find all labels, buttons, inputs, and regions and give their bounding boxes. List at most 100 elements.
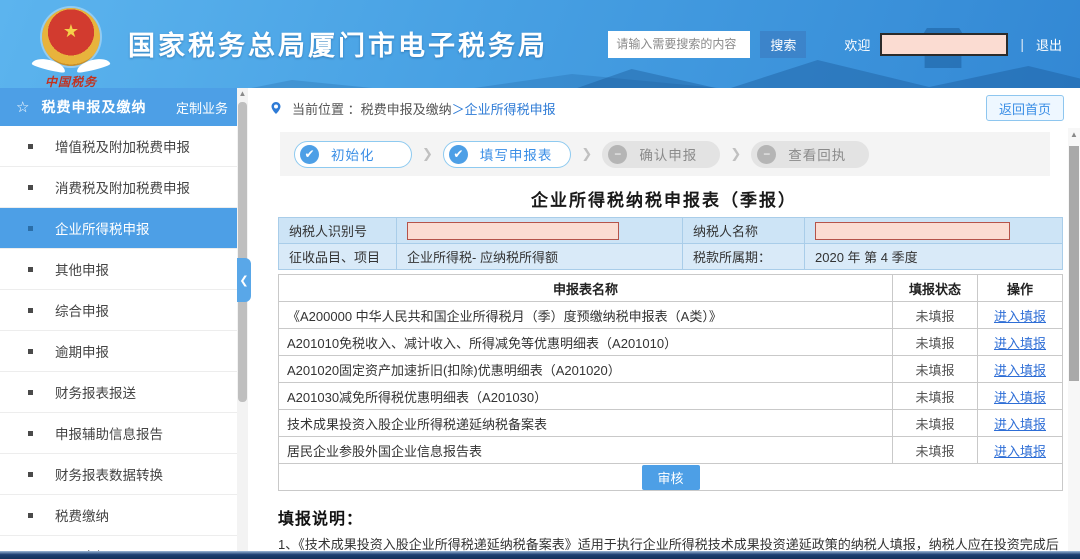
sidebar-item-tax-payment[interactable]: 税费缴纳: [0, 495, 248, 536]
minus-circle-icon: −: [608, 145, 627, 164]
sidebar-scrollbar[interactable]: ▲: [237, 88, 248, 559]
chevron-right-icon: ❯: [581, 146, 592, 162]
sidebar-item-corporate-income-tax[interactable]: 企业所得税申报: [0, 208, 248, 249]
sidebar-item-aux-info-report[interactable]: 申报辅助信息报告: [0, 413, 248, 454]
username-redacted: [880, 33, 1008, 56]
site-title: 国家税务总局厦门市电子税务局: [128, 24, 548, 63]
sidebar-title: 税费申报及缴纳: [41, 97, 146, 117]
taxpayer-id-label: 纳税人识别号: [279, 218, 397, 244]
status-badge: 未填报: [893, 410, 978, 437]
emblem-star-icon: ★: [42, 22, 100, 40]
sidebar-item-other-declare[interactable]: 其他申报: [0, 249, 248, 290]
sidebar-collapse-handle[interactable]: ❮: [237, 258, 251, 302]
logo-caption: 中国税务: [28, 73, 114, 88]
status-badge: 未填报: [893, 356, 978, 383]
sidebar-scroll-thumb[interactable]: [238, 102, 247, 402]
col-header-form-name: 申报表名称: [279, 275, 893, 302]
sidebar-item-label: 申报辅助信息报告: [55, 423, 163, 443]
star-icon: ☆: [16, 98, 29, 116]
step-fill-form: ✔ 填写申报表: [443, 141, 572, 168]
progress-steps: ✔ 初始化 ❯ ✔ 填写申报表 ❯ − 确认申报 ❯ − 查看回执: [280, 132, 1050, 176]
table-row: 《A200000 中华人民共和国企业所得税月（季）度预缴纳税申报表（A类）》 未…: [279, 302, 1063, 329]
bullet-icon: [28, 185, 33, 190]
scroll-up-icon[interactable]: ▲: [237, 89, 248, 98]
sidebar-item-comprehensive-declare[interactable]: 综合申报: [0, 290, 248, 331]
sidebar-item-vat[interactable]: 增值税及附加税费申报: [0, 126, 248, 167]
sidebar-item-overdue-declare[interactable]: 逾期申报: [0, 331, 248, 372]
table-row: 技术成果投资入股企业所得税递延纳税备案表 未填报 进入填报: [279, 410, 1063, 437]
emblem-ribbon-decor: [32, 56, 110, 72]
sidebar-item-label: 财务报表数据转换: [55, 464, 163, 484]
status-badge: 未填报: [893, 437, 978, 464]
instructions-title: 填报说明：: [278, 505, 1062, 529]
taxpayer-name-label: 纳税人名称: [683, 218, 805, 244]
sidebar: ☆ 税费申报及缴纳 定制业务 增值税及附加税费申报 消费税及附加税费申报 企业所…: [0, 88, 248, 559]
back-home-button[interactable]: 返回首页: [986, 95, 1064, 121]
header-toolbar: 搜索 欢迎 | 退出: [608, 30, 1062, 58]
enter-fill-link[interactable]: 进入填报: [994, 390, 1046, 405]
enter-fill-link[interactable]: 进入填报: [994, 363, 1046, 378]
taxpayer-info-table: 纳税人识别号 纳税人名称 征收品目、项目 企业所得税- 应纳税所得额 税款所属期…: [278, 217, 1063, 270]
bullet-icon: [28, 472, 33, 477]
breadcrumb-prefix: 当前位置 ：: [292, 99, 361, 118]
status-badge: 未填报: [893, 329, 978, 356]
bullet-icon: [28, 226, 33, 231]
status-badge: 未填报: [893, 302, 978, 329]
content-scroll-thumb[interactable]: [1069, 146, 1079, 381]
table-row: A201010免税收入、减计收入、所得减免等优惠明细表（A201010） 未填报…: [279, 329, 1063, 356]
location-pin-icon: [270, 102, 282, 114]
logout-button[interactable]: 退出: [1036, 35, 1062, 54]
main-content: 当前位置 ： 税费申报及缴纳 ＞企业所得税申报 返回首页 ✔ 初始化 ❯ ✔ 填…: [248, 88, 1080, 553]
sidebar-item-label: 企业所得税申报: [55, 218, 150, 238]
search-button[interactable]: 搜索: [760, 31, 806, 58]
sidebar-item-label: 综合申报: [55, 300, 109, 320]
enter-fill-link[interactable]: 进入填报: [994, 309, 1046, 324]
table-header-row: 申报表名称 填报状态 操作: [279, 275, 1063, 302]
sidebar-item-financial-report[interactable]: 财务报表报送: [0, 372, 248, 413]
bullet-icon: [28, 267, 33, 272]
sidebar-item-label: 财务报表报送: [55, 382, 136, 402]
search-input[interactable]: [608, 31, 750, 58]
bullet-icon: [28, 431, 33, 436]
check-circle-icon: ✔: [300, 145, 319, 164]
taxpayer-name-value: [805, 218, 1063, 244]
form-title: 企业所得税纳税申报表（季报）: [248, 186, 1080, 211]
custom-business-link[interactable]: 定制业务: [176, 98, 228, 117]
step-initialize: ✔ 初始化: [294, 141, 412, 168]
bullet-icon: [28, 349, 33, 354]
bullet-icon: [28, 390, 33, 395]
scroll-up-icon[interactable]: ▲: [1068, 130, 1080, 139]
status-badge: 未填报: [893, 383, 978, 410]
table-row: A201020固定资产加速折旧(扣除)优惠明细表（A201020） 未填报 进入…: [279, 356, 1063, 383]
enter-fill-link[interactable]: 进入填报: [994, 444, 1046, 459]
content-scrollbar[interactable]: ▲: [1068, 128, 1080, 553]
header-divider: |: [1020, 36, 1024, 52]
breadcrumb-parent: 税费申报及缴纳: [361, 99, 452, 118]
sidebar-header[interactable]: ☆ 税费申报及缴纳 定制业务: [0, 88, 248, 126]
breadcrumb-current-link[interactable]: ＞企业所得税申报: [452, 99, 556, 118]
breadcrumb: 当前位置 ： 税费申报及缴纳 ＞企业所得税申报 返回首页: [248, 88, 1080, 128]
welcome-label: 欢迎: [844, 35, 870, 54]
taxpayer-id-redacted: [407, 222, 619, 240]
minus-circle-icon: −: [757, 145, 776, 164]
taxpayer-id-value: [397, 218, 683, 244]
audit-button[interactable]: 审核: [642, 465, 700, 490]
sidebar-item-label: 税费缴纳: [55, 505, 109, 525]
table-row: A201030减免所得税优惠明细表（A201030） 未填报 进入填报: [279, 383, 1063, 410]
col-header-action: 操作: [978, 275, 1063, 302]
sidebar-item-label: 增值税及附加税费申报: [55, 136, 190, 156]
enter-fill-link[interactable]: 进入填报: [994, 336, 1046, 351]
report-forms-table: 申报表名称 填报状态 操作 《A200000 中华人民共和国企业所得税月（季）度…: [278, 274, 1063, 491]
sidebar-item-consumption-tax[interactable]: 消费税及附加税费申报: [0, 167, 248, 208]
sidebar-item-label: 其他申报: [55, 259, 109, 279]
sidebar-item-label: 逾期申报: [55, 341, 109, 361]
tax-period-value: 2020 年 第 4 季度: [805, 244, 1063, 270]
step-view-receipt: − 查看回执: [751, 141, 869, 168]
step-confirm-declare: − 确认申报: [602, 141, 720, 168]
audit-row: 审核: [279, 464, 1063, 491]
enter-fill-link[interactable]: 进入填报: [994, 417, 1046, 432]
bullet-icon: [28, 308, 33, 313]
sidebar-item-financial-data-convert[interactable]: 财务报表数据转换: [0, 454, 248, 495]
levy-item-value: 企业所得税- 应纳税所得额: [397, 244, 683, 270]
tax-period-label: 税款所属期：: [683, 244, 805, 270]
